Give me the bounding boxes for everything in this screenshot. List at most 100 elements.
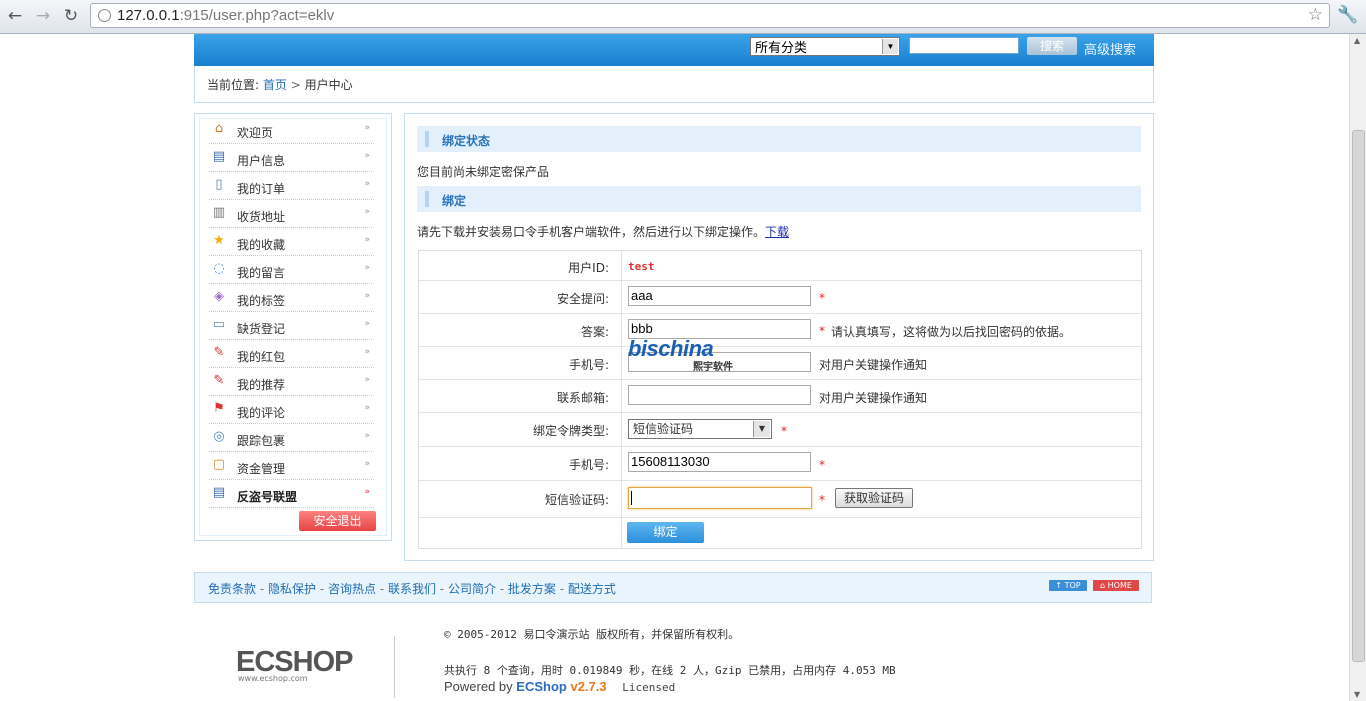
chevron-right-icon: »	[364, 291, 370, 301]
chevron-right-icon: »	[364, 347, 370, 357]
section-header-status: 绑定状态	[417, 126, 1141, 152]
chat-icon: ◎	[213, 429, 225, 444]
chevron-right-icon: »	[364, 375, 370, 385]
speech-bubble-icon: ◌	[213, 261, 225, 276]
vertical-scrollbar[interactable]: ▲ ▼	[1349, 34, 1366, 701]
forward-arrow-icon[interactable]: →	[32, 5, 54, 27]
footer-link-wholesale[interactable]: 批发方案	[508, 582, 556, 596]
sms-code-input[interactable]	[628, 487, 812, 509]
chevron-right-icon: »	[364, 179, 370, 189]
user-sidebar: ⌂ 欢迎页» ▤ 用户信息» ▯ 我的订单» ▥ 收货地址» ★ 我的收藏» ◌ 我的留言»…	[194, 113, 392, 541]
bind-button[interactable]: 绑定	[627, 522, 704, 543]
wrench-menu-icon[interactable]: 🔧	[1337, 5, 1358, 25]
mobile-input[interactable]: 15608113030	[628, 452, 811, 472]
field-label: 联系邮箱:	[556, 391, 609, 405]
red-packet-icon: ✎	[213, 345, 225, 360]
back-to-top-button[interactable]: ↑ TOP	[1049, 580, 1087, 591]
scroll-down-icon[interactable]: ▼	[1354, 690, 1360, 699]
security-question-input[interactable]: aaa	[628, 286, 811, 306]
house-icon: ⌂	[214, 121, 224, 136]
sidebar-item-tags[interactable]: ◈ 我的标签»	[209, 284, 374, 312]
sidebar-item-red-packet[interactable]: ✎ 我的红包»	[209, 340, 374, 368]
section-title: 绑定状态	[442, 134, 491, 148]
user-id-value: test	[628, 260, 655, 273]
chevron-right-icon: »	[364, 431, 370, 441]
form-row: 手机号: 对用户关键操作通知	[419, 346, 1141, 380]
sidebar-item-stockout[interactable]: ▭ 缺货登记»	[209, 312, 374, 340]
chevron-right-icon: »	[364, 487, 370, 497]
breadcrumb-separator: >	[290, 78, 301, 92]
field-label: 用户ID:	[568, 261, 609, 275]
sidebar-item-orders[interactable]: ▯ 我的订单»	[209, 172, 374, 200]
form-row: 绑定	[419, 517, 1141, 548]
breadcrumb-home-link[interactable]: 首页	[263, 78, 287, 92]
bookmark-star-icon[interactable]: ☆	[1308, 5, 1323, 25]
download-link[interactable]: 下载	[765, 225, 789, 239]
logout-button[interactable]: 安全退出	[299, 511, 376, 531]
search-button[interactable]: 搜索	[1027, 37, 1077, 55]
footer-link-contact[interactable]: 联系我们	[388, 582, 436, 596]
sidebar-item-anti-theft[interactable]: ▤ 反盗号联盟»	[209, 480, 374, 508]
sidebar-item-welcome[interactable]: ⌂ 欢迎页»	[209, 116, 374, 144]
advanced-search-link[interactable]: 高级搜索	[1084, 39, 1136, 58]
sidebar-item-funds[interactable]: ▢ 资金管理»	[209, 452, 374, 480]
chevron-down-icon: ▼	[753, 421, 770, 437]
sidebar-item-address[interactable]: ▥ 收货地址»	[209, 200, 374, 228]
main-panel: 绑定状态 您目前尚未绑定密保产品 绑定 请先下载并安装易口令手机客户端软件，然后…	[404, 113, 1154, 561]
chevron-right-icon: »	[364, 235, 370, 245]
id-card-icon: ▤	[212, 149, 226, 164]
ecshop-link[interactable]: ECShop	[516, 679, 567, 694]
form-row: 用户ID: test	[419, 251, 1141, 281]
watermark-logo: bischina 熙宇软件	[628, 336, 733, 373]
back-arrow-icon[interactable]: ←	[4, 5, 26, 27]
footer-nav: 免责条款 - 隐私保护 - 咨询热点 - 联系我们 - 公司简介 - 批发方案 …	[194, 572, 1152, 603]
footer-link-about[interactable]: 公司简介	[448, 582, 496, 596]
sidebar-item-track-package[interactable]: ◎ 跟踪包裹»	[209, 424, 374, 452]
copyright-text: © 2005-2012 易口令演示站 版权所有，并保留所有权利。	[444, 628, 740, 641]
text-cursor	[631, 491, 632, 505]
footer-link-disclaimer[interactable]: 免责条款	[208, 582, 256, 596]
clipboard-icon: ▭	[212, 317, 226, 332]
field-label: 短信验证码:	[544, 493, 609, 507]
token-type-select[interactable]: 短信验证码 ▼	[628, 419, 772, 439]
breadcrumb: 当前位置: 首页 > 用户中心	[194, 66, 1154, 103]
home-button[interactable]: ⌂ HOME	[1093, 580, 1139, 591]
query-stats-text: 共执行 8 个查询，用时 0.019849 秒，在线 2 人，Gzip 已禁用，…	[444, 664, 896, 677]
field-label: 手机号:	[568, 358, 609, 372]
form-row: 答案: bbb * 请认真填写，这将做为以后找回密码的依据。	[419, 313, 1141, 347]
email-note: 对用户关键操作通知	[819, 391, 928, 405]
document-icon: ▯	[215, 177, 223, 192]
sidebar-item-messages[interactable]: ◌ 我的留言»	[209, 256, 374, 284]
footer-link-faq[interactable]: 咨询热点	[328, 582, 376, 596]
bind-status-text: 您目前尚未绑定密保产品	[417, 165, 550, 179]
sidebar-item-favorites[interactable]: ★ 我的收藏»	[209, 228, 374, 256]
required-mark: *	[781, 424, 787, 438]
address-bar[interactable]: 127.0.0.1:915/user.php?act=eklv ☆	[90, 3, 1330, 28]
scroll-up-icon[interactable]: ▲	[1354, 36, 1360, 45]
globe-icon	[98, 9, 111, 22]
email-input[interactable]	[628, 385, 811, 405]
tag-icon: ◈	[214, 289, 224, 304]
sidebar-item-recommend[interactable]: ✎ 我的推荐»	[209, 368, 374, 396]
footer-link-shipping[interactable]: 配送方式	[568, 582, 616, 596]
category-select[interactable]: 所有分类 ▼	[750, 37, 900, 56]
section-header-bind: 绑定	[417, 186, 1141, 212]
address-book-icon: ▥	[212, 205, 226, 220]
required-mark: *	[819, 458, 825, 472]
url-text: 127.0.0.1:915/user.php?act=eklv	[117, 7, 335, 24]
footer-link-privacy[interactable]: 隐私保护	[268, 582, 316, 596]
form-row: 手机号: 15608113030 *	[419, 446, 1141, 481]
reload-icon[interactable]: ↻	[60, 5, 82, 27]
search-input[interactable]	[909, 37, 1019, 54]
bind-form: 用户ID: test 安全提问: aaa * 答案: bbb * 请认真填写，这…	[418, 250, 1142, 549]
answer-note: 请认真填写，这将做为以后找回密码的依据。	[831, 325, 1072, 339]
form-row: 联系邮箱: 对用户关键操作通知	[419, 379, 1141, 413]
chevron-right-icon: »	[364, 207, 370, 217]
site-header-bar: 所有分类 ▼ 搜索 高级搜索	[194, 34, 1154, 66]
sidebar-item-user-info[interactable]: ▤ 用户信息»	[209, 144, 374, 172]
sidebar-item-comments[interactable]: ⚑ 我的评论»	[209, 396, 374, 424]
scrollbar-thumb[interactable]	[1352, 130, 1365, 662]
field-label: 答案:	[580, 325, 609, 339]
get-code-button[interactable]: 获取验证码	[835, 488, 913, 508]
required-mark: *	[819, 493, 825, 507]
